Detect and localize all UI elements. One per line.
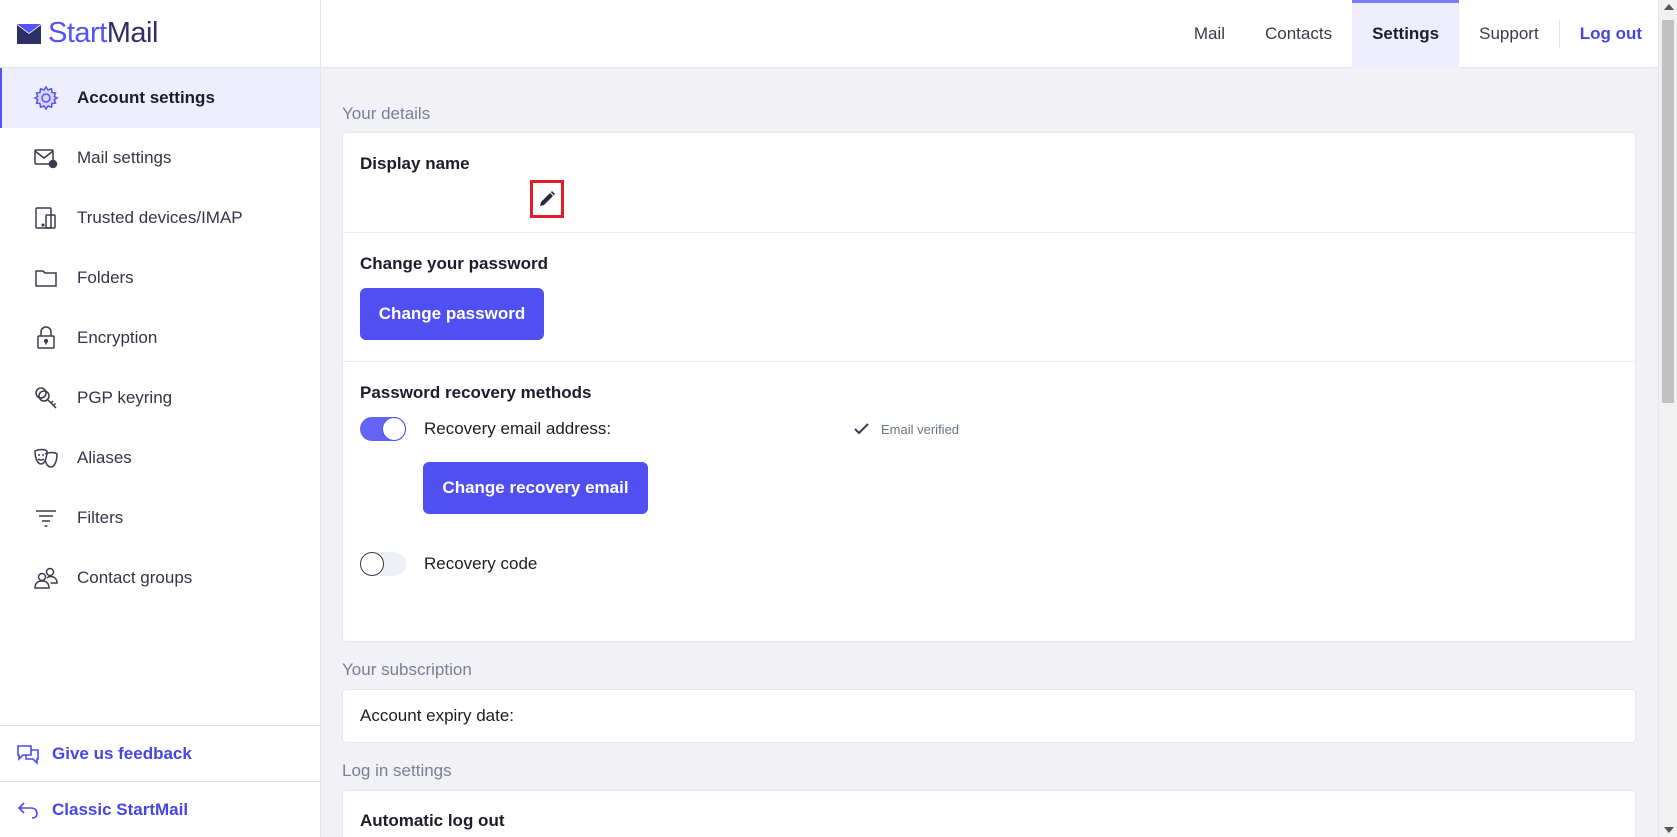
gear-icon (33, 85, 59, 111)
folder-icon (33, 265, 59, 291)
edit-display-name-button[interactable] (530, 180, 564, 218)
sidebar-item-label: Filters (77, 508, 124, 527)
display-name-heading: Display name (360, 154, 470, 173)
top-nav: Mail Contacts Settings Support Log out (1174, 0, 1658, 68)
tab-support[interactable]: Support (1459, 0, 1559, 68)
sidebar-item-trusted-devices[interactable]: Trusted devices/IMAP (0, 188, 320, 248)
sidebar-item-label: Encryption (77, 328, 158, 347)
automatic-logout-row: Automatic log out (343, 791, 1635, 831)
sidebar-footer: Give us feedback Classic StartMail (0, 725, 320, 837)
change-recovery-email-button[interactable]: Change recovery email (423, 462, 648, 514)
key-icon (33, 385, 59, 411)
brand-mail: Mail (106, 17, 159, 49)
change-password-heading: Change your password (360, 254, 548, 273)
scroll-up-arrow-icon[interactable] (1664, 4, 1674, 10)
sidebar-item-account-settings[interactable]: Account settings (0, 68, 320, 128)
checkmark-icon (854, 423, 869, 435)
sidebar-item-label: Aliases (77, 448, 132, 467)
sidebar-item-label: Trusted devices/IMAP (77, 208, 243, 227)
sidebar-item-label: Account settings (77, 88, 215, 107)
brand-start: Start (48, 17, 107, 49)
page-scrollbar[interactable] (1658, 0, 1677, 837)
recovery-email-toggle[interactable] (360, 417, 406, 441)
devices-icon (33, 205, 59, 231)
tab-mail[interactable]: Mail (1174, 0, 1245, 68)
sidebar-item-mail-settings[interactable]: Mail settings (0, 128, 320, 188)
feedback-chat-icon (17, 744, 39, 765)
sidebar: Start Mail Account settings Mail settings… (0, 0, 321, 837)
change-password-row: Change your password Change password (343, 233, 1635, 362)
scrollbar-thumb[interactable] (1662, 20, 1674, 403)
email-verified-label: Email verified (881, 421, 960, 437)
toggle-knob (382, 417, 406, 441)
sidebar-item-pgp-keyring[interactable]: PGP keyring (0, 368, 320, 428)
sidebar-item-aliases[interactable]: Aliases (0, 428, 320, 488)
sidebar-item-label: Contact groups (77, 568, 193, 587)
give-feedback-label: Give us feedback (52, 743, 192, 763)
sidebar-item-filters[interactable]: Filters (0, 488, 320, 548)
sidebar-item-contact-groups[interactable]: Contact groups (0, 548, 320, 608)
mail-settings-icon (33, 145, 59, 171)
startmail-logo[interactable]: Start Mail (0, 0, 320, 68)
recovery-code-line: Recovery code (360, 551, 1618, 577)
login-settings-card: Automatic log out (342, 790, 1636, 837)
lock-icon (33, 325, 59, 351)
return-arrow-icon (17, 801, 38, 819)
change-password-button[interactable]: Change password (360, 288, 544, 340)
sidebar-item-encryption[interactable]: Encryption (0, 308, 320, 368)
recovery-code-label: Recovery code (424, 554, 538, 573)
tab-settings[interactable]: Settings (1352, 0, 1460, 68)
pencil-icon (540, 191, 555, 206)
email-verified-status: Email verified (854, 422, 959, 437)
display-name-row: Display name (343, 133, 1635, 233)
your-subscription-title: Your subscription (342, 660, 472, 679)
settings-nav: Account settings Mail settings Trusted d… (0, 68, 320, 608)
automatic-logout-heading: Automatic log out (360, 811, 505, 830)
sidebar-item-label: PGP keyring (77, 388, 173, 407)
settings-content: Your details Display name Change your pa… (321, 68, 1658, 837)
subscription-card: Account expiry date: (342, 689, 1636, 743)
details-card: Display name Change your password Change… (342, 132, 1636, 642)
sidebar-item-label: Mail settings (77, 148, 172, 167)
scroll-down-arrow-icon[interactable] (1664, 827, 1674, 833)
account-expiry-label: Account expiry date: (360, 706, 515, 725)
masks-icon (33, 445, 59, 471)
login-settings-title: Log in settings (342, 761, 452, 780)
recovery-code-toggle[interactable] (360, 552, 406, 576)
recovery-email-line: Recovery email address: Email verified (360, 416, 1618, 442)
give-feedback-link[interactable]: Give us feedback (0, 725, 320, 781)
classic-startmail-link[interactable]: Classic StartMail (0, 781, 320, 837)
classic-startmail-label: Classic StartMail (52, 799, 189, 819)
tab-contacts[interactable]: Contacts (1245, 0, 1352, 68)
your-details-title: Your details (342, 104, 431, 123)
sidebar-item-folders[interactable]: Folders (0, 248, 320, 308)
recovery-email-label: Recovery email address: (424, 419, 612, 438)
sidebar-item-label: Folders (77, 268, 134, 287)
password-recovery-heading: Password recovery methods (360, 383, 592, 402)
toggle-knob (360, 552, 384, 576)
envelope-logo-icon (17, 23, 41, 44)
top-bar: Mail Contacts Settings Support Log out (321, 0, 1658, 68)
password-recovery-row: Password recovery methods Recovery email… (343, 362, 1635, 641)
filter-icon (33, 505, 59, 531)
contact-groups-icon (33, 565, 59, 591)
logout-link[interactable]: Log out (1560, 0, 1658, 68)
